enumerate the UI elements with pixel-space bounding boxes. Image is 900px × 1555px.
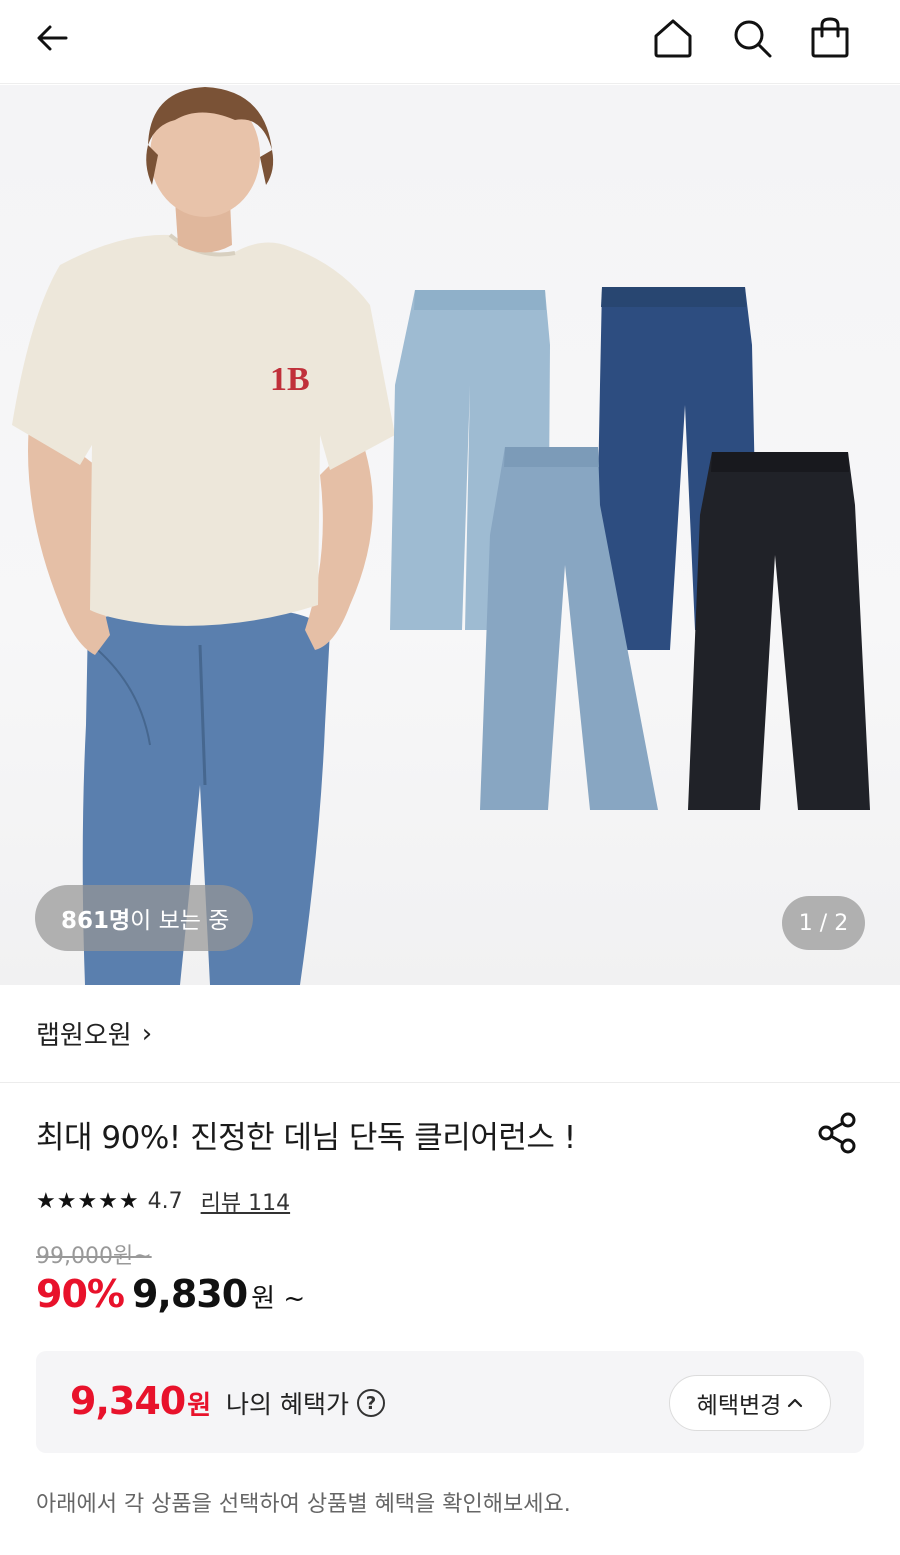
discount-rate: 90% [36,1272,125,1316]
benefit-box: 9,340 원 나의 혜택가 ? 혜택변경 [36,1351,864,1453]
viewers-count: 861명 [61,908,131,934]
home-icon [654,19,692,58]
image-pager: 1 / 2 [782,896,865,950]
benefit-price-unit: 원 [187,1391,212,1421]
chevron-right-icon: › [141,1018,153,1049]
search-icon [734,20,772,58]
product-photo: 1B [12,87,870,985]
benefit-price: 9,340 원 [70,1379,211,1423]
shirt-logo: 1B [270,361,310,398]
brand-name: 랩원오원 [36,1021,132,1051]
benefit-label: 나의 혜택가 ? [226,1385,385,1421]
change-benefit-label: 혜택변경 [696,1393,782,1419]
shopping-bag-icon [811,17,849,58]
chevron-up-icon [788,1398,803,1408]
sale-price: 9,830 [131,1272,248,1316]
share-icon [818,1112,856,1154]
sale-price-row: 90% 9,830 원 ~ [36,1272,305,1316]
home-button[interactable] [643,8,703,68]
rating-row: ★★★★★ 4.7 리뷰 114 [36,1183,290,1219]
top-app-bar [0,0,900,84]
change-benefit-button[interactable]: 혜택변경 [669,1375,831,1431]
review-link[interactable]: 리뷰 114 [201,1185,290,1217]
search-button[interactable] [722,8,782,68]
arrow-left-icon [37,25,68,51]
sale-price-suffix: 원 ~ [251,1284,306,1314]
original-price: 99,000원~ [36,1244,152,1269]
rating-score: 4.7 [147,1188,183,1214]
product-title: 최대 90%! 진정한 데님 단독 클리어런스 ! [36,1120,576,1156]
brand-link[interactable]: 랩원오원 › [36,1015,152,1052]
benefit-label-text: 나의 혜택가 [226,1390,349,1419]
star-rating-icon: ★★★★★ [36,1188,140,1214]
back-button[interactable] [22,8,82,68]
benefit-price-value: 9,340 [70,1379,186,1423]
brand-row: 랩원오원 › [0,985,900,1083]
benefit-notice: 아래에서 각 상품을 선택하여 상품별 혜택을 확인해보세요. [36,1492,571,1517]
help-icon[interactable]: ? [356,1389,385,1417]
share-button[interactable] [814,1110,860,1156]
viewers-label: 이 보는 중 [130,908,230,934]
product-image-carousel[interactable]: 1B 861명 이 보는 중 1 / 2 [0,85,900,985]
viewers-badge: 861명 이 보는 중 [35,885,253,951]
cart-button[interactable] [800,8,860,68]
